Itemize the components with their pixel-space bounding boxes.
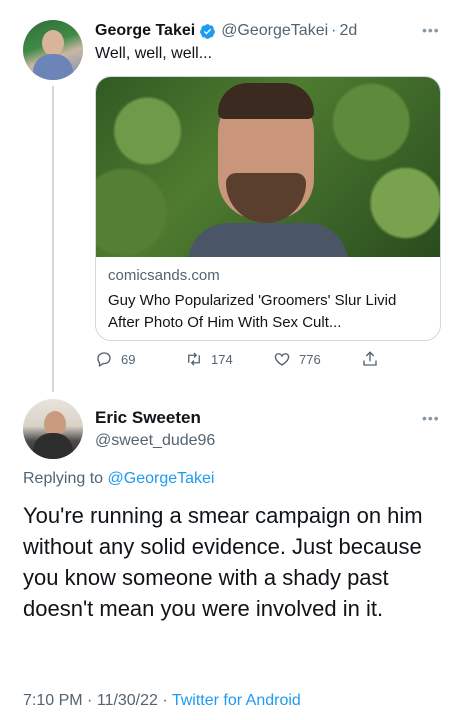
tweet2-source-link[interactable]: Twitter for Android [172,692,301,709]
retweet-button[interactable]: 174 [185,350,233,368]
tweet2-handle[interactable]: @sweet_dude96 [95,432,215,450]
avatar-eric-sweeten[interactable] [23,399,83,459]
reply-count: 69 [121,351,136,367]
avatar-body [33,433,73,459]
card-title: Guy Who Popularized 'Groomers' Slur Livi… [108,292,397,331]
share-button[interactable] [361,350,379,368]
avatar-george-takei[interactable] [23,20,83,80]
timestamp-separator: · [162,692,168,709]
replying-to-line: Replying to @GeorgeTakei [23,470,214,488]
replying-to-mention[interactable]: @GeorgeTakei [108,470,215,487]
reply-icon [97,352,111,367]
replying-prefix: Replying to [23,470,104,487]
avatar-body [33,54,73,80]
retweet-count: 174 [211,351,233,367]
more-dots-icon[interactable]: ••• [422,410,440,426]
retweet-icon [188,352,200,366]
tweet1-handle[interactable]: @GeorgeTakei [221,22,328,40]
tweet2-timestamp: 7:10 PM · 11/30/22 · Twitter for Android [23,692,301,710]
tweet2-display-name[interactable]: Eric Sweeten [95,408,201,428]
tweet1-age[interactable]: 2d [339,22,357,40]
thread-connector-line [52,86,54,392]
card-image [96,77,440,257]
card-domain: comicsands.com [108,267,220,284]
card-image-hair [218,83,314,119]
tweet1-text: Well, well, well... [95,45,213,62]
tweet1-action-bar: 69 174 776 [95,350,385,370]
tweet1-display-name[interactable]: George Takei [95,22,195,40]
heart-icon [274,353,290,366]
like-count: 776 [299,351,321,367]
tweet2-text: You're running a smear campaign on him w… [23,503,423,621]
tweet1-separator: · [331,22,337,39]
card-image-beard [226,173,306,223]
card-image-shirt [188,223,348,257]
share-icon [363,351,377,366]
like-button[interactable]: 776 [273,350,321,368]
reply-button[interactable]: 69 [95,350,135,368]
more-dots-icon[interactable]: ••• [422,22,440,38]
verified-badge-icon [199,23,216,40]
tweet2-date[interactable]: 11/30/22 [97,692,158,709]
tweet2-time[interactable]: 7:10 PM [23,692,83,709]
timestamp-separator: · [87,692,93,709]
tweet1-header: George Takei @GeorgeTakei · 2d [95,20,440,42]
avatar-face [42,30,64,56]
link-card[interactable]: comicsands.com Guy Who Popularized 'Groo… [95,76,441,341]
